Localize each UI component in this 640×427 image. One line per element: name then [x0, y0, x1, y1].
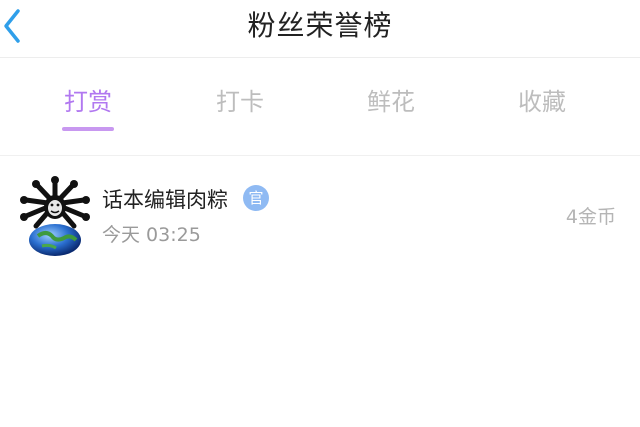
app-screen: 粉丝荣誉榜 打赏 打卡 鲜花 收藏 话本编辑肉粽 官 今天 03:25 4金币: [0, 0, 640, 427]
user-name[interactable]: 话本编辑肉粽: [102, 184, 228, 214]
top-bar: 粉丝荣誉榜: [0, 0, 640, 58]
chevron-left-icon: [4, 9, 20, 43]
back-button[interactable]: [0, 6, 30, 46]
tab-flowers[interactable]: 鲜花: [367, 82, 415, 132]
entry-timestamp: 今天 03:25: [102, 224, 201, 246]
tab-favorites[interactable]: 收藏: [518, 82, 566, 132]
meme-avatar-icon[interactable]: [16, 174, 94, 256]
tab-reward[interactable]: 打赏: [64, 82, 112, 132]
tab-check-in[interactable]: 打卡: [216, 82, 264, 132]
list-item[interactable]: 话本编辑肉粽 官 今天 03:25 4金币: [0, 170, 640, 258]
page-title: 粉丝荣誉榜: [247, 8, 393, 42]
active-tab-indicator: [62, 127, 114, 131]
entry-amount: 4金币: [565, 206, 616, 228]
official-badge-icon: 官: [243, 185, 269, 211]
tab-bar: 打赏 打卡 鲜花 收藏: [0, 58, 640, 156]
